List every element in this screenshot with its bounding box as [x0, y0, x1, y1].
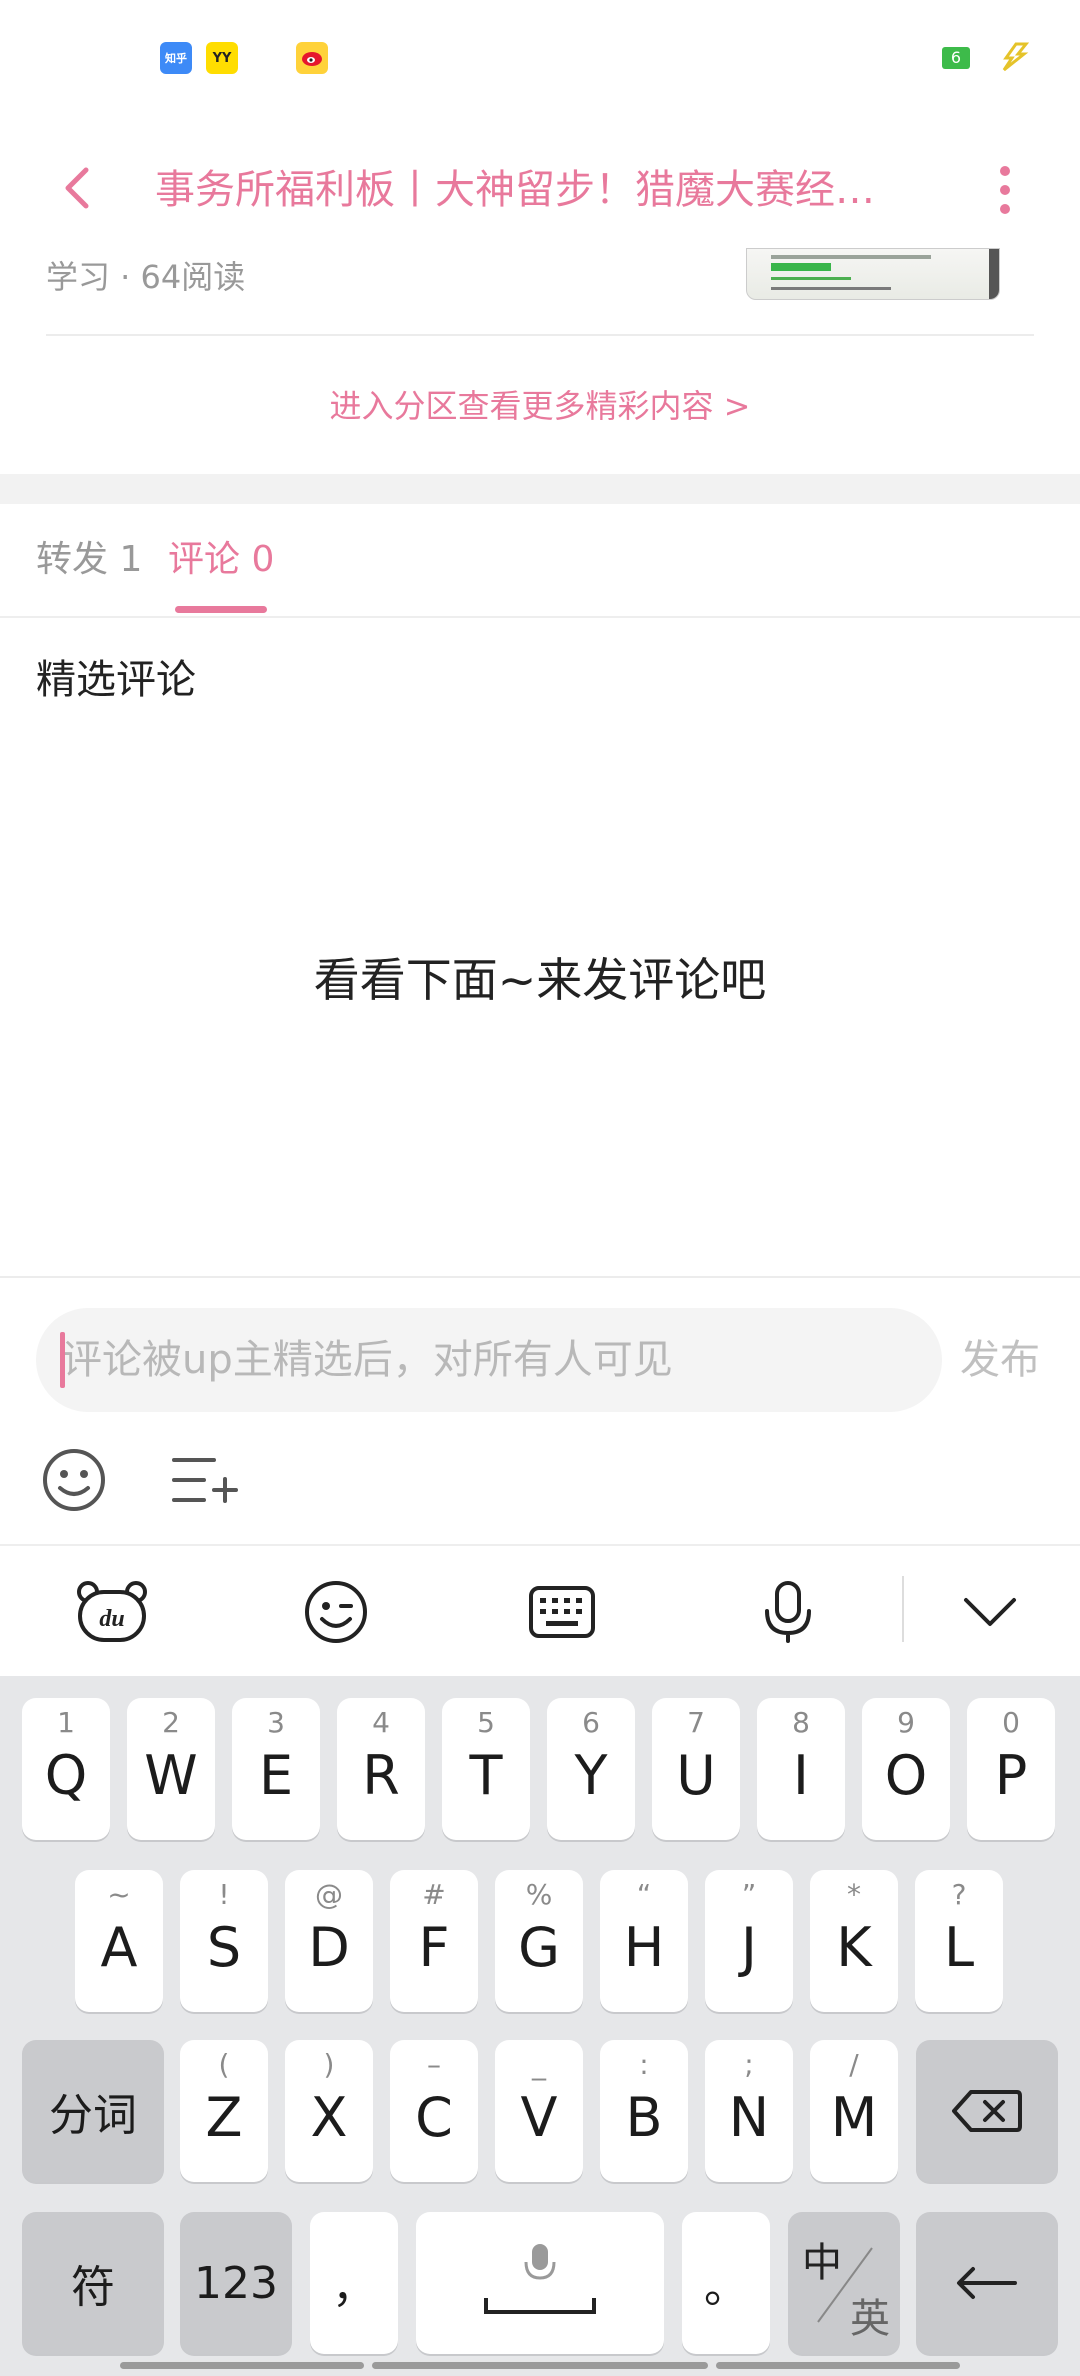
language-switch-key[interactable]: 中 英 — [788, 2212, 900, 2354]
symbol-key[interactable]: 符 — [22, 2212, 164, 2354]
key-w[interactable]: 2W — [127, 1698, 215, 1840]
home-indicator — [120, 2362, 364, 2369]
home-indicator — [372, 2362, 708, 2369]
hide-keyboard-button[interactable] — [950, 1572, 1030, 1652]
key-l[interactable]: ? L — [915, 1870, 1003, 2012]
key-t[interactable]: 5T — [442, 1698, 530, 1840]
zhihu-app-icon: 知乎 — [160, 42, 192, 74]
tab-comments[interactable]: 评论 0 — [168, 530, 274, 590]
enter-key[interactable] — [916, 2212, 1058, 2354]
toolbar-separator — [902, 1576, 904, 1642]
key-r[interactable]: 4R — [337, 1698, 425, 1840]
empty-comments-text: 看看下面~来发评论吧 — [313, 953, 767, 1007]
space-key[interactable] — [416, 2212, 664, 2354]
key-z[interactable]: (Z — [180, 2040, 268, 2182]
key-c[interactable]: – C — [390, 2040, 478, 2182]
dot-icon — [1000, 204, 1010, 214]
key-x[interactable]: ) X — [285, 2040, 373, 2182]
keyboard-layout-button[interactable] — [522, 1572, 602, 1652]
key-v[interactable]: _ V — [495, 2040, 583, 2182]
backspace-icon — [952, 2090, 1022, 2132]
emoji-keyboard-button[interactable] — [296, 1572, 376, 1652]
key-h[interactable]: “H — [600, 1870, 688, 2012]
key-g[interactable]: % G — [495, 1870, 583, 2012]
key-a[interactable]: ~ A — [75, 1870, 163, 2012]
return-icon — [957, 2267, 1017, 2299]
featured-comments-title: 精选评论 — [36, 657, 196, 703]
bear-du-icon: du — [77, 1581, 147, 1642]
key-m[interactable]: / M — [810, 2040, 898, 2182]
svg-text:du: du — [99, 1606, 124, 1632]
key-k[interactable]: * K — [810, 1870, 898, 2012]
key-p[interactable]: 0P — [967, 1698, 1055, 1840]
dot-icon — [1000, 166, 1010, 176]
voice-input-button[interactable] — [748, 1572, 828, 1652]
publish-button[interactable]: 发布 — [960, 1330, 1040, 1390]
key-j[interactable]: ” J — [705, 1870, 793, 2012]
chevron-left-icon — [65, 167, 89, 209]
lang-en-label: 英 — [850, 2296, 890, 2342]
tab-divider — [0, 616, 1080, 618]
divider — [46, 334, 1034, 336]
tab-active-indicator — [175, 606, 267, 613]
keyboard-toolbar-divider — [0, 1544, 1080, 1546]
back-button[interactable] — [50, 158, 110, 218]
keyboard: 1Q 2W 3E 4R 5T 6Y 7U 8I 9O 0P ~ A ! S @ D #… — [0, 1676, 1080, 2376]
page-title: 事务所福利板丨大神留步！猎魔大赛经… — [155, 167, 875, 213]
battery-indicator: 6 — [942, 47, 970, 69]
yy-app-icon: YY — [206, 42, 238, 74]
emoji-button[interactable] — [40, 1446, 108, 1514]
more-menu-button[interactable] — [985, 160, 1025, 220]
dot-icon — [1000, 185, 1010, 195]
key-e[interactable]: 3E — [232, 1698, 320, 1840]
tab-repost[interactable]: 转发 1 — [36, 530, 142, 590]
composer-divider — [0, 1276, 1080, 1278]
more-content-link[interactable]: 进入分区查看更多精彩内容 > — [0, 376, 1080, 436]
period-key[interactable]: 。 — [682, 2212, 770, 2354]
comma-key[interactable]: ， — [310, 2212, 398, 2354]
article-meta: 学习 · 64阅读 — [46, 258, 246, 296]
space-mic-icon — [484, 2244, 596, 2314]
key-s[interactable]: ! S — [180, 1870, 268, 2012]
microphone-icon — [765, 1581, 811, 1643]
key-f[interactable]: # F — [390, 1870, 478, 2012]
key-u[interactable]: 7U — [652, 1698, 740, 1840]
segment-key[interactable]: 分词 — [22, 2040, 164, 2182]
weibo-app-icon — [296, 42, 328, 74]
chevron-down-icon — [964, 1598, 1016, 1626]
list-add-icon — [172, 1458, 238, 1503]
charging-icon — [998, 40, 1030, 74]
wink-icon — [305, 1581, 367, 1643]
key-d[interactable]: @ D — [285, 1870, 373, 2012]
keyboard-logo-button[interactable]: du — [72, 1572, 152, 1652]
key-y[interactable]: 6Y — [547, 1698, 635, 1840]
smiley-icon — [43, 1449, 105, 1511]
keyboard-icon — [529, 1586, 595, 1638]
key-b[interactable]: :B — [600, 2040, 688, 2182]
section-gap — [0, 474, 1080, 504]
add-to-list-button[interactable] — [170, 1450, 242, 1510]
key-q[interactable]: 1Q — [22, 1698, 110, 1840]
status-bar: 知乎 YY 6 — [0, 0, 1080, 110]
key-o[interactable]: 9O — [862, 1698, 950, 1840]
home-indicator — [716, 2362, 960, 2369]
numeric-key[interactable]: 123 — [180, 2212, 292, 2354]
backspace-key[interactable] — [916, 2040, 1058, 2182]
article-thumbnail[interactable] — [746, 248, 1000, 300]
comment-input[interactable] — [36, 1308, 942, 1412]
text-caret — [60, 1332, 65, 1388]
key-i[interactable]: 8I — [757, 1698, 845, 1840]
key-n[interactable]: ; N — [705, 2040, 793, 2182]
